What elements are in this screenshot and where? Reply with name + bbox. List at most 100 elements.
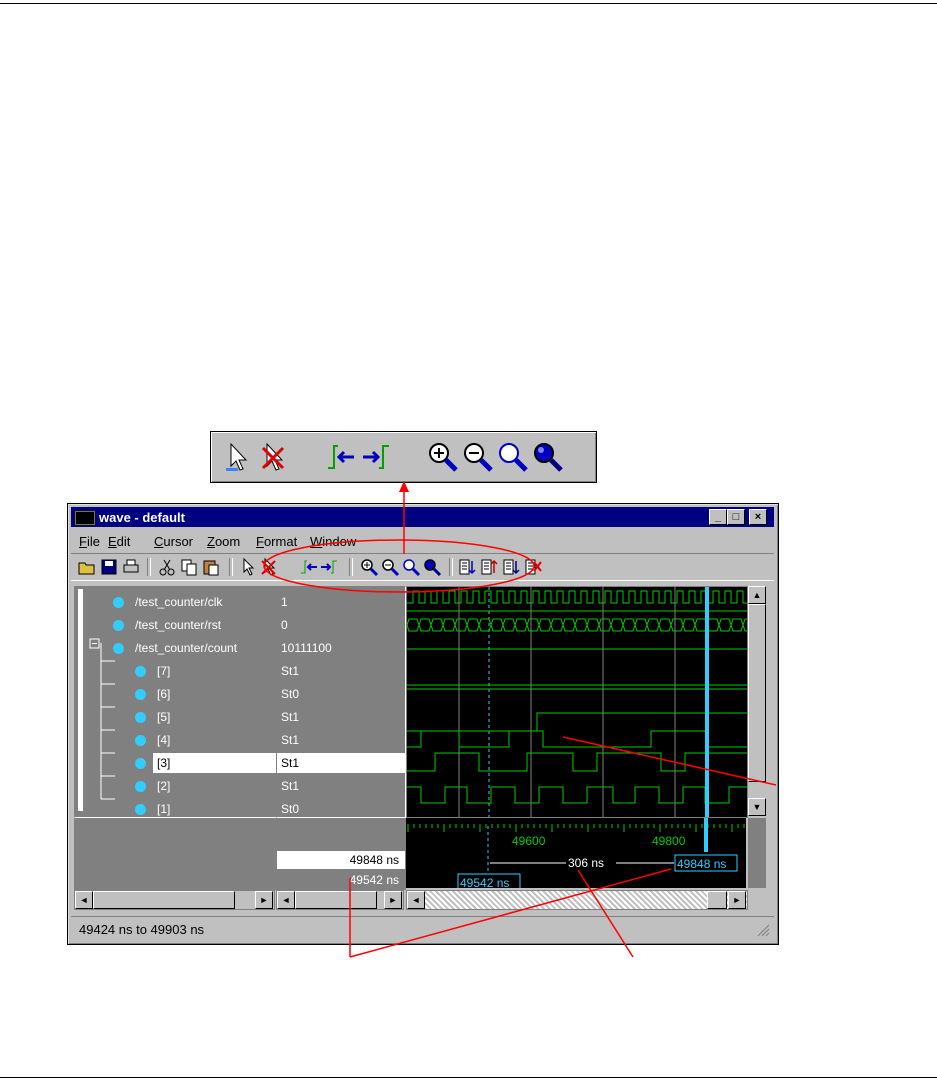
delete-cursor-icon[interactable] — [257, 440, 291, 474]
active-cursor-time[interactable]: 49848 ns — [277, 851, 405, 869]
toolbar-separator — [349, 558, 353, 576]
scroll-left-button[interactable]: ◄ — [75, 891, 93, 909]
signal-value-selected: St1 — [277, 753, 405, 773]
signal-name-selected[interactable]: [3] — [153, 753, 276, 773]
open-folder-icon[interactable] — [77, 557, 97, 577]
menu-format[interactable]: Format — [256, 534, 297, 549]
names-hscrollbar[interactable]: ◄ ► — [74, 890, 275, 910]
signal-value: St0 — [281, 687, 300, 701]
cut-icon[interactable] — [157, 557, 177, 577]
waveform-pane[interactable] — [406, 586, 756, 818]
insert-signal-icon[interactable] — [457, 557, 477, 577]
signal-icon — [135, 712, 146, 723]
signal-names-pane: /test_counter/clk /test_counter/rst /tes… — [74, 586, 277, 818]
save-icon[interactable] — [99, 557, 119, 577]
timeline-label: 49800 — [652, 834, 686, 848]
zoomed-toolbar-callout — [210, 431, 597, 483]
menu-edit[interactable]: Edit — [108, 534, 130, 549]
zoom-full-icon[interactable] — [401, 557, 421, 577]
scroll-down-button[interactable]: ▼ — [748, 798, 766, 816]
scroll-thumb[interactable] — [295, 891, 377, 909]
signal-name[interactable]: [5] — [157, 707, 170, 727]
reference-cursor-time[interactable]: 49542 ns — [277, 871, 405, 889]
zoom-full-icon[interactable] — [496, 440, 530, 474]
scroll-right-button[interactable]: ► — [728, 891, 746, 909]
wave-bit1 — [407, 786, 747, 804]
zoom-out-icon[interactable] — [380, 557, 400, 577]
find-previous-edge-icon[interactable] — [299, 557, 319, 577]
delete-signal-icon[interactable] — [523, 557, 543, 577]
signal-value: 0 — [281, 618, 288, 632]
signal-value: St1 — [281, 779, 300, 793]
scroll-thumb[interactable] — [748, 604, 766, 782]
wave-hscrollbar[interactable]: ◄ ► — [406, 890, 748, 910]
signal-name[interactable]: /test_counter/clk — [135, 592, 222, 612]
signal-name[interactable]: [7] — [157, 661, 170, 681]
scroll-right-button[interactable]: ► — [384, 891, 402, 909]
signal-values-pane: 1 0 10111100 St1 St0 St1 St1 St1 St1 St0 — [276, 586, 406, 818]
paste-icon[interactable] — [201, 557, 221, 577]
wave-clk — [407, 590, 750, 604]
reference-cursor-label: 49542 ns — [460, 876, 509, 888]
menu-cursor[interactable]: Cursor — [154, 534, 193, 549]
scroll-thumb[interactable] — [707, 891, 727, 909]
signal-name[interactable]: [1] — [157, 799, 170, 819]
resize-grip-icon[interactable] — [756, 923, 770, 937]
insert-breakpoint-icon[interactable] — [501, 557, 521, 577]
select-mode-icon[interactable] — [223, 440, 257, 474]
signal-value: 10111100 — [281, 641, 332, 655]
zoom-out-icon[interactable] — [461, 440, 495, 474]
status-time-range: 49424 ns to 49903 ns — [79, 922, 205, 937]
print-icon[interactable] — [121, 557, 141, 577]
delete-cursor-icon[interactable] — [259, 557, 279, 577]
signal-name[interactable]: [6] — [157, 684, 170, 704]
signal-name[interactable]: /test_counter/rst — [135, 615, 221, 635]
menu-window[interactable]: Window — [310, 534, 356, 549]
scroll-up-button[interactable]: ▲ — [748, 586, 766, 604]
signal-icon — [135, 689, 146, 700]
timeline: 49600 49800 306 ns 49848 ns 49542 ns — [407, 818, 745, 891]
select-mode-icon[interactable] — [239, 557, 259, 577]
scroll-thumb[interactable] — [93, 891, 235, 909]
close-button[interactable]: × — [749, 509, 767, 525]
signal-icon — [135, 804, 146, 815]
cursor-timeline-pane[interactable]: 49600 49800 306 ns 49848 ns 49542 ns — [406, 818, 746, 891]
find-next-edge-icon[interactable] — [319, 557, 339, 577]
wave-bit6-5 — [407, 684, 747, 690]
zoom-in-icon[interactable] — [426, 440, 460, 474]
active-cursor-line — [705, 587, 709, 817]
toolbar-separator — [229, 558, 233, 576]
copy-icon[interactable] — [179, 557, 199, 577]
zoom-in-icon[interactable] — [359, 557, 379, 577]
bottom-rule — [0, 1077, 937, 1078]
signal-value: St1 — [281, 710, 300, 724]
minimize-button[interactable]: _ — [709, 509, 727, 525]
cursor-names-pane — [74, 818, 277, 890]
cursor-right-filler — [748, 818, 766, 888]
zoom-range-icon[interactable] — [531, 440, 565, 474]
insert-divider-icon[interactable] — [479, 557, 499, 577]
wave-bit3 — [407, 730, 747, 748]
signal-name[interactable]: [4] — [157, 730, 170, 750]
find-next-edge-icon[interactable] — [359, 440, 393, 474]
maximize-button[interactable]: □ — [727, 509, 745, 525]
signal-icon — [113, 643, 124, 654]
signal-name[interactable]: [2] — [157, 776, 170, 796]
signal-name[interactable]: /test_counter/count — [135, 638, 237, 658]
scroll-left-button[interactable]: ◄ — [407, 891, 425, 909]
scroll-right-button[interactable]: ► — [255, 891, 273, 909]
waveform-display — [406, 587, 756, 817]
values-hscrollbar[interactable]: ◄ ► — [276, 890, 404, 910]
title-bar[interactable]: wave - default _ □ × — [71, 507, 774, 527]
vertical-scrollbar[interactable]: ▲ ▼ — [748, 586, 766, 816]
menu-zoom[interactable]: Zoom — [207, 534, 240, 549]
wave-window: wave - default _ □ × File Edit Cursor Zo… — [67, 503, 779, 945]
cursor-values-pane: 49848 ns 49542 ns — [276, 818, 406, 890]
signal-icon — [135, 735, 146, 746]
find-previous-edge-icon[interactable] — [324, 440, 358, 474]
cursor-delta: 306 ns — [568, 856, 604, 870]
scroll-left-button[interactable]: ◄ — [277, 891, 295, 909]
menu-file[interactable]: File — [79, 534, 100, 549]
zoom-range-icon[interactable] — [422, 557, 442, 577]
signal-icon — [135, 758, 146, 769]
